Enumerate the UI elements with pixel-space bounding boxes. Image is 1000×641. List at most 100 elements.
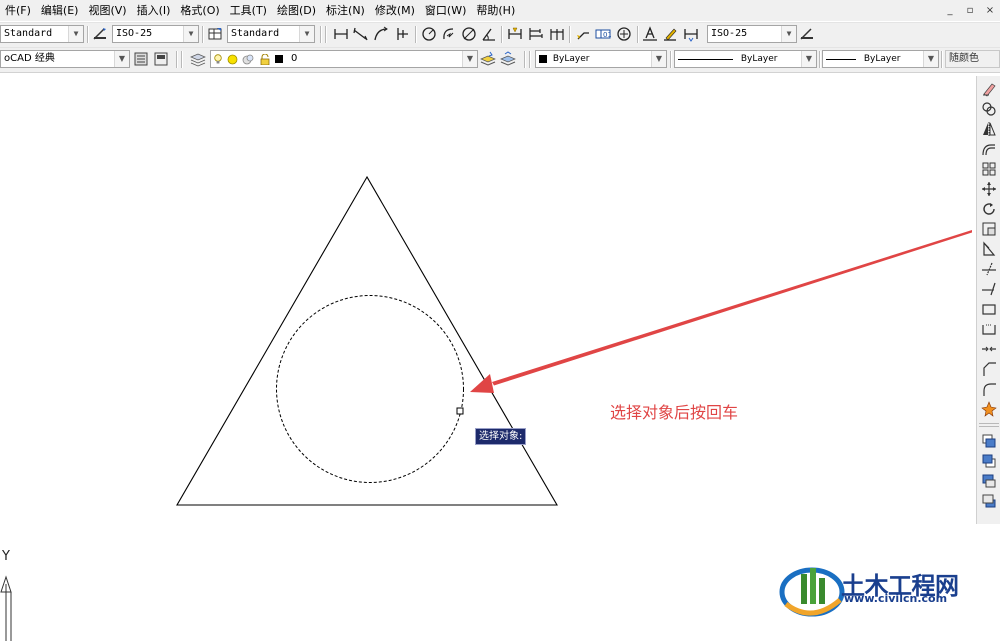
baseline-dimension-icon[interactable] [528, 26, 544, 42]
close-button[interactable]: × [980, 5, 1000, 16]
layer-dropdown[interactable]: 0 ▼ [210, 50, 478, 68]
lineweight-dropdown[interactable]: ByLayer ▼ [822, 50, 939, 68]
chevron-down-icon: ▼ [651, 51, 666, 67]
linetype-value: ByLayer [740, 54, 778, 64]
annotation-text: 选择对象后按回车 [610, 403, 739, 422]
toolbar-separator [181, 51, 183, 68]
annotation-arrow-shaft [492, 230, 972, 386]
ucs-y-label: Y [2, 549, 10, 564]
annotation-arrowhead [470, 374, 494, 393]
toolbar-separator [501, 26, 503, 43]
dim-style-icon[interactable] [799, 26, 815, 42]
table-style-value: Standard [231, 28, 280, 39]
layers-toolbar: oCAD 经典 ▼ 0 ▼ ByLayer ▼ ByLayer ▼ ByLaye… [0, 47, 1000, 73]
quick-dimension-icon[interactable] [507, 26, 523, 42]
text-style-dropdown[interactable]: Standard ▼ [0, 25, 84, 43]
arc-length-icon[interactable] [373, 26, 389, 42]
watermark-url: www.civilcn.com [844, 592, 948, 605]
plot-style-dropdown[interactable]: 随颜色 [945, 50, 1000, 68]
sun-icon [227, 54, 238, 65]
dim-style-value: ISO-25 [116, 28, 153, 39]
chevron-down-icon: ▼ [114, 51, 129, 67]
table-style-dropdown[interactable]: Standard ▼ [227, 25, 315, 43]
layer-previous-icon[interactable] [500, 51, 516, 67]
center-mark-icon[interactable] [616, 26, 632, 42]
menu-window[interactable]: 窗口(W) [420, 0, 471, 21]
quick-leader-icon[interactable] [575, 26, 591, 42]
table-style-icon[interactable] [207, 26, 223, 42]
dimension-update-icon[interactable] [683, 26, 699, 42]
angular-dimension-icon[interactable] [481, 26, 497, 42]
toolbar-separator [202, 26, 204, 43]
aligned-dimension-icon[interactable] [352, 26, 368, 42]
toolbar-separator [87, 26, 89, 43]
svg-text:01: 01 [603, 31, 611, 39]
toolbar-separator [325, 26, 327, 43]
menu-edit[interactable]: 编辑(E) [36, 0, 84, 21]
continue-dimension-icon[interactable] [549, 26, 565, 42]
color-swatch [539, 55, 547, 63]
chevron-down-icon: ▼ [781, 26, 796, 42]
lightbulb-icon [214, 54, 222, 64]
menu-dimension[interactable]: 标注(N) [321, 0, 370, 21]
chevron-down-icon: ▼ [68, 26, 83, 42]
menu-modify[interactable]: 修改(M) [370, 0, 420, 21]
make-object-layer-current-icon[interactable] [480, 51, 496, 67]
toolbar-separator [176, 51, 178, 68]
workspace-dropdown[interactable]: oCAD 经典 ▼ [0, 50, 130, 68]
toolbar-separator [941, 51, 943, 68]
menu-file[interactable]: 件(F) [0, 0, 36, 21]
linear-dimension-icon[interactable] [333, 26, 349, 42]
viewport-freeze-icon [242, 54, 254, 65]
menu-bar: 件(F) 编辑(E) 视图(V) 插入(I) 格式(O) 工具(T) 绘图(D)… [0, 0, 1000, 21]
dim-style-manager-icon[interactable] [92, 26, 108, 42]
lineweight-preview [826, 58, 856, 60]
menu-tools[interactable]: 工具(T) [225, 0, 272, 21]
chevron-down-icon: ▼ [299, 26, 314, 42]
dimension-edit-icon[interactable] [642, 26, 658, 42]
layer-name: 0 [290, 53, 298, 64]
lock-icon [259, 53, 271, 65]
restore-button[interactable]: ▫ [960, 5, 980, 16]
styles-toolbar: Standard ▼ ISO-25 ▼ Standard ▼ 01 ISO-25… [0, 22, 1000, 48]
toolbar-separator [670, 51, 672, 68]
triangle-shape[interactable] [176, 175, 558, 506]
dim-style-dropdown[interactable]: ISO-25 ▼ [112, 25, 199, 43]
toolbar-separator [819, 51, 821, 68]
plot-style-value: 随颜色 [949, 53, 979, 64]
menu-help[interactable]: 帮助(H) [471, 0, 520, 21]
layer-manager-icon[interactable] [190, 51, 206, 67]
diameter-dimension-icon[interactable] [461, 26, 477, 42]
lineweight-value: ByLayer [863, 54, 901, 64]
color-dropdown[interactable]: ByLayer ▼ [535, 50, 667, 68]
workspace-save-icon[interactable] [153, 51, 169, 67]
mleader-style-dropdown[interactable]: ISO-25 ▼ [707, 25, 797, 43]
watermark: 土木工程网 www.civilcn.com [758, 538, 1000, 641]
menu-insert[interactable]: 插入(I) [132, 0, 176, 21]
chevron-down-icon: ▼ [183, 26, 198, 42]
toolbar-separator [569, 26, 571, 43]
tolerance-icon[interactable]: 01 [595, 26, 611, 42]
workspace-settings-icon[interactable] [133, 51, 149, 67]
linetype-dropdown[interactable]: ByLayer ▼ [674, 50, 817, 68]
menu-format[interactable]: 格式(O) [175, 0, 224, 21]
toolbar-separator [637, 26, 639, 43]
minimize-button[interactable]: _ [940, 5, 960, 16]
dimension-text-edit-icon[interactable] [662, 26, 678, 42]
text-style-value: Standard [4, 28, 53, 39]
layer-color-swatch [274, 55, 283, 63]
jogged-dimension-icon[interactable] [441, 26, 457, 42]
select-objects-tooltip: 选择对象: [475, 428, 527, 445]
ordinate-dimension-icon[interactable] [394, 26, 410, 42]
toolbar-separator [415, 26, 417, 43]
window-controls: _ ▫ × [940, 0, 1000, 21]
linetype-preview [678, 58, 733, 60]
toolbar-separator [529, 51, 531, 68]
toolbar-separator [524, 51, 526, 68]
radius-dimension-icon[interactable] [421, 26, 437, 42]
chevron-down-icon: ▼ [462, 51, 477, 67]
chevron-down-icon: ▼ [801, 51, 816, 67]
menu-draw[interactable]: 绘图(D) [272, 0, 321, 21]
selected-circle[interactable] [276, 295, 464, 483]
menu-view[interactable]: 视图(V) [83, 0, 131, 21]
